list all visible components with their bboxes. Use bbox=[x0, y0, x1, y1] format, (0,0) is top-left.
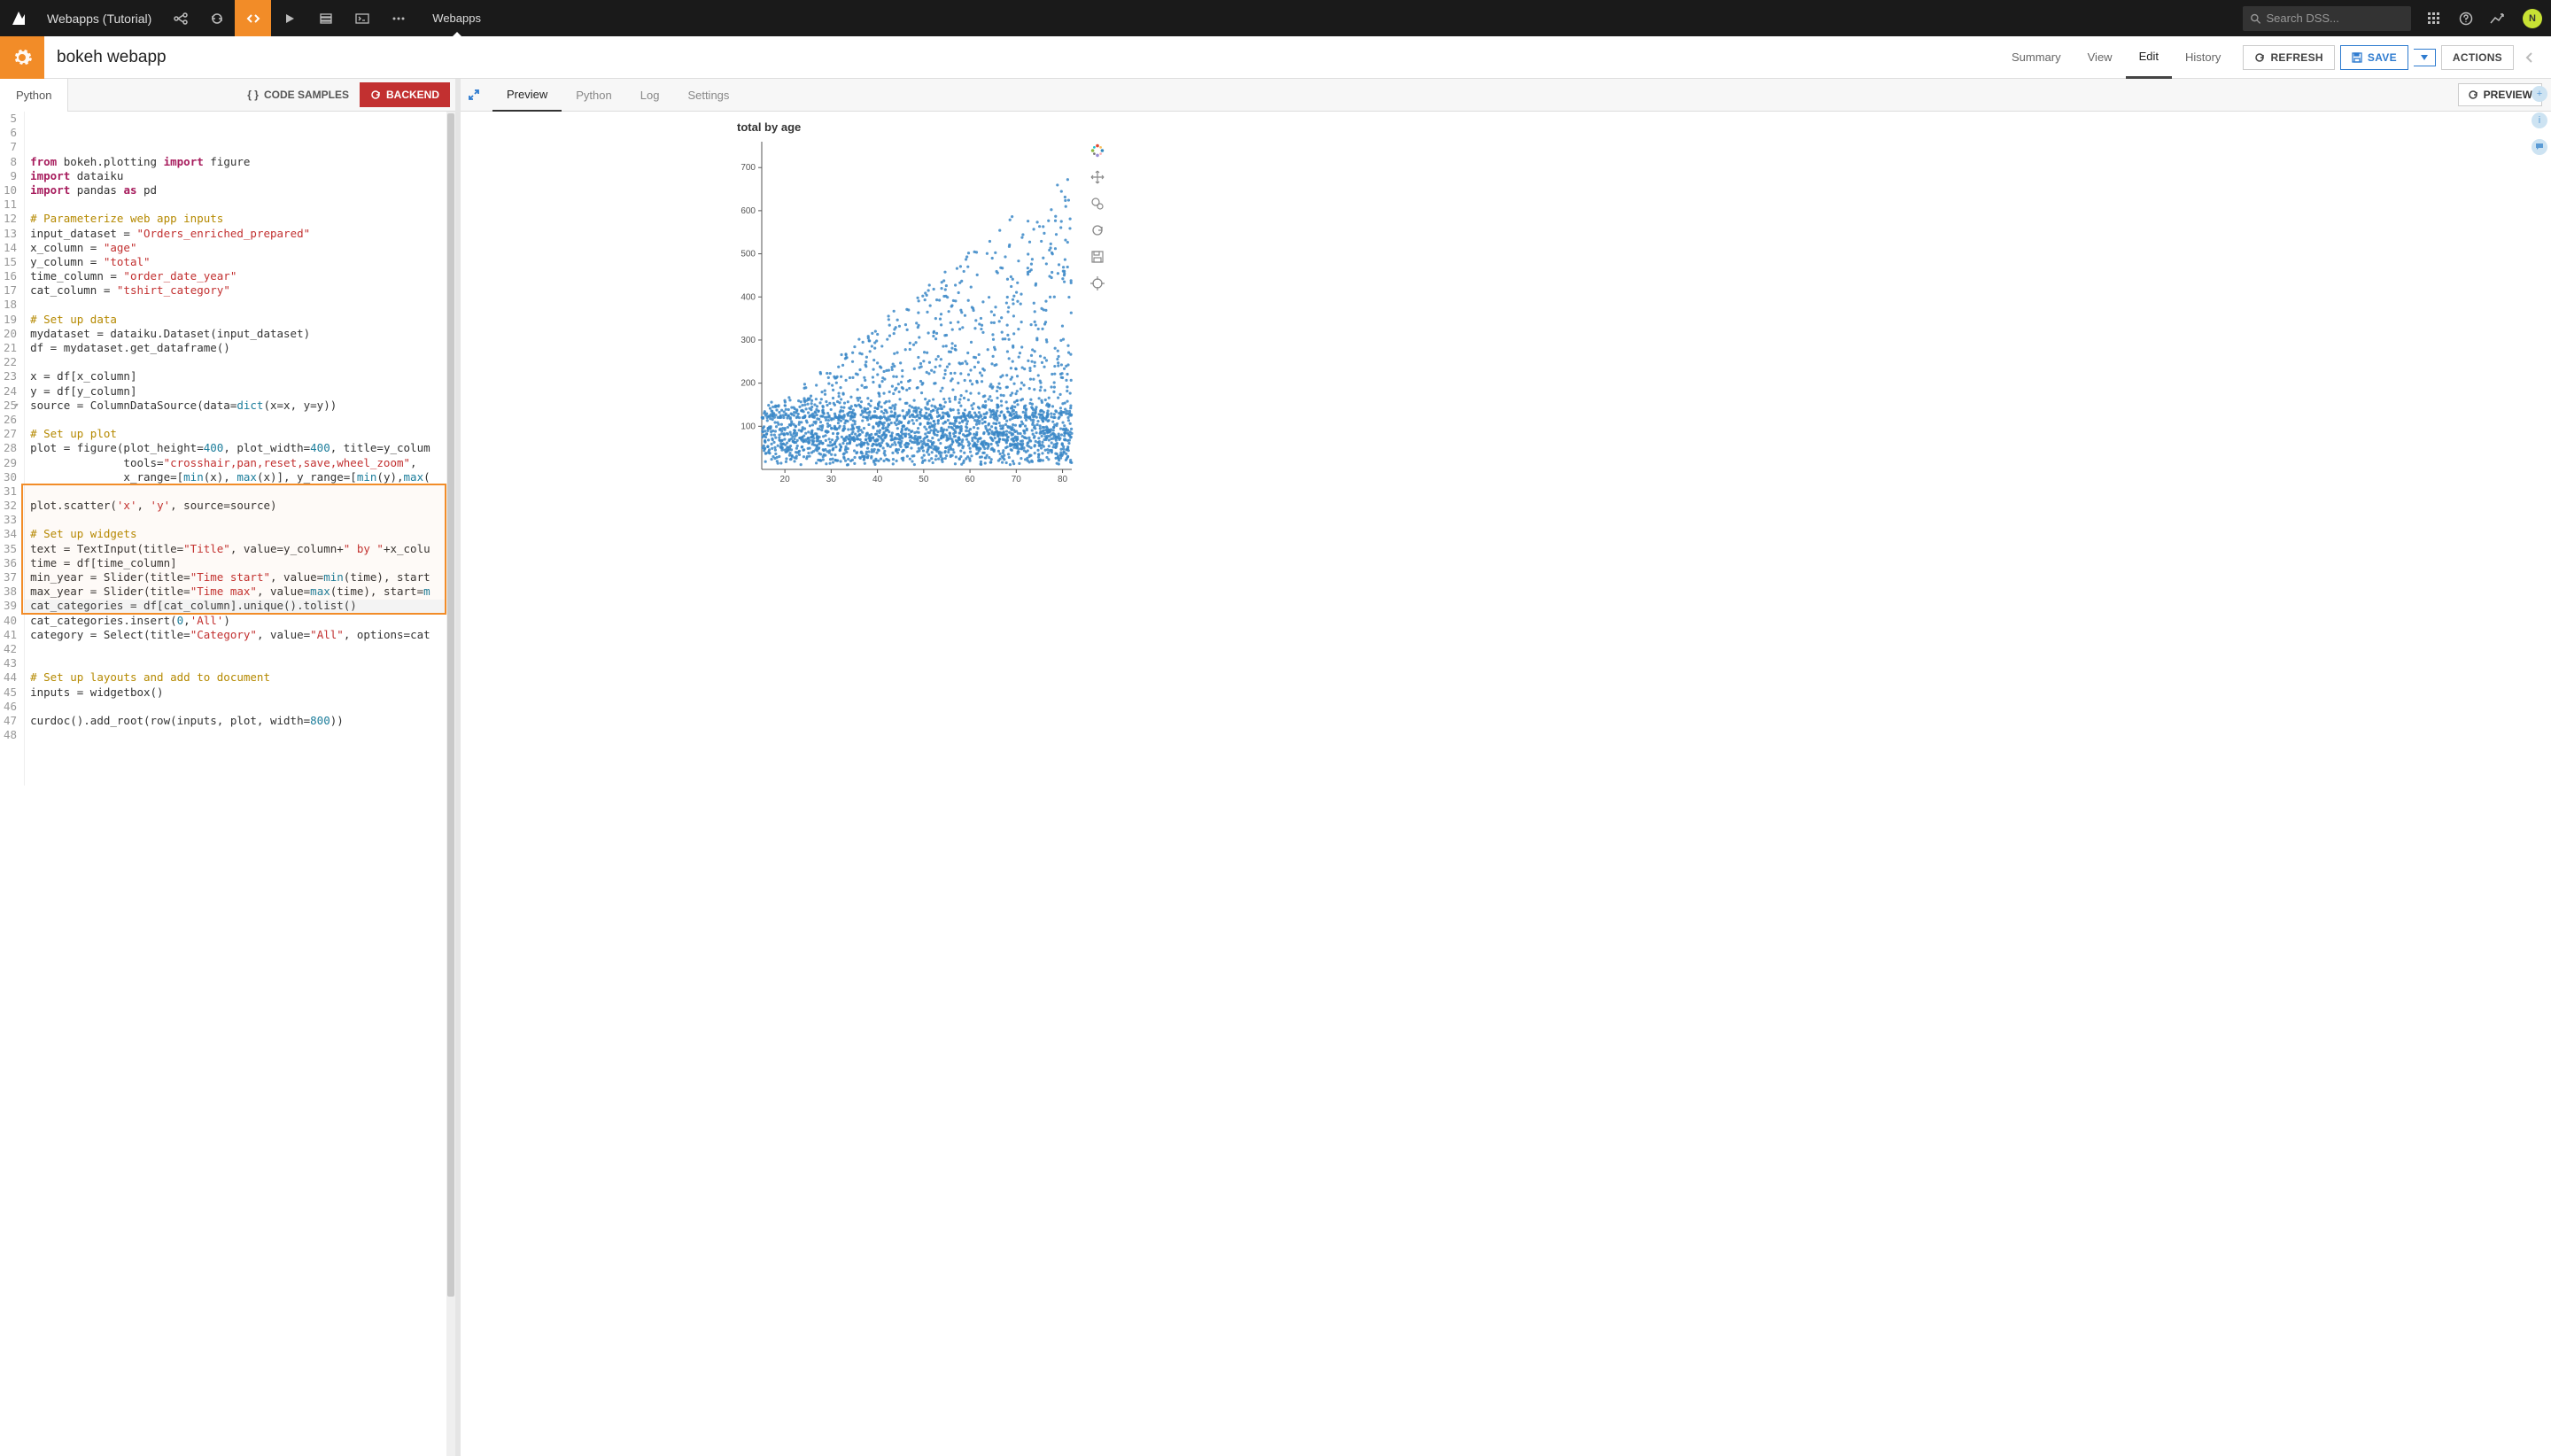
save-label: SAVE bbox=[2368, 51, 2397, 64]
expand-icon[interactable] bbox=[468, 89, 492, 101]
bokeh-logo-icon[interactable] bbox=[1088, 141, 1107, 160]
tab-history[interactable]: History bbox=[2172, 36, 2234, 79]
webapp-gear-icon[interactable] bbox=[0, 36, 44, 79]
side-rail: + i bbox=[2528, 79, 2551, 155]
tab-summary[interactable]: Summary bbox=[1998, 36, 2074, 79]
save-button[interactable]: SAVE bbox=[2340, 45, 2408, 70]
actions-button[interactable]: ACTIONS bbox=[2441, 45, 2514, 70]
svg-text:80: 80 bbox=[1058, 475, 1068, 484]
play-icon[interactable] bbox=[271, 0, 307, 36]
top-navbar: Webapps (Tutorial) Webapps N bbox=[0, 0, 2551, 36]
editor-scrollbar[interactable] bbox=[446, 112, 455, 1456]
page-title: bokeh webapp bbox=[44, 48, 167, 67]
apps-grid-icon[interactable] bbox=[2418, 12, 2450, 26]
side-chat-icon[interactable] bbox=[2532, 139, 2547, 155]
page-tabs: Summary View Edit History bbox=[1998, 36, 2234, 79]
dataiku-logo[interactable] bbox=[0, 0, 36, 36]
nav-tab-webapps[interactable]: Webapps bbox=[416, 0, 497, 36]
svg-text:70: 70 bbox=[1012, 475, 1022, 484]
svg-text:700: 700 bbox=[740, 163, 756, 173]
bokeh-toolbar bbox=[1088, 141, 1107, 293]
svg-text:400: 400 bbox=[740, 292, 756, 302]
code-editor[interactable]: 5678910111213141516171819202122232425262… bbox=[0, 112, 455, 1456]
line-gutter: 5678910111213141516171819202122232425262… bbox=[0, 112, 25, 786]
svg-text:60: 60 bbox=[965, 475, 976, 484]
collapse-arrow-icon[interactable] bbox=[2523, 50, 2551, 65]
flow-icon[interactable] bbox=[162, 0, 198, 36]
refresh-button[interactable]: REFRESH bbox=[2243, 45, 2334, 70]
help-icon[interactable] bbox=[2450, 12, 2482, 26]
svg-text:200: 200 bbox=[740, 379, 756, 389]
svg-text:30: 30 bbox=[826, 475, 837, 484]
refresh-label: REFRESH bbox=[2270, 51, 2322, 64]
circle-arrows-icon[interactable] bbox=[198, 0, 235, 36]
wheel-zoom-tool-icon[interactable] bbox=[1088, 194, 1107, 213]
search-input[interactable] bbox=[2267, 12, 2404, 25]
activity-icon[interactable] bbox=[2482, 12, 2514, 25]
preview-tab-settings[interactable]: Settings bbox=[673, 79, 743, 112]
refresh-icon bbox=[370, 89, 381, 100]
chevron-down-icon bbox=[2421, 55, 2428, 60]
save-tool-icon[interactable] bbox=[1088, 247, 1107, 267]
preview-tab-python[interactable]: Python bbox=[562, 79, 625, 112]
tab-edit[interactable]: Edit bbox=[2126, 36, 2172, 79]
code-samples-button[interactable]: { } CODE SAMPLES bbox=[236, 89, 360, 101]
backend-button[interactable]: BACKEND bbox=[360, 82, 450, 107]
more-icon[interactable] bbox=[380, 0, 416, 36]
svg-text:20: 20 bbox=[780, 475, 791, 484]
editor-panel: Python { } CODE SAMPLES BACKEND 56789101… bbox=[0, 79, 461, 1456]
preview-button-label: PREVIEW bbox=[2484, 89, 2532, 101]
svg-text:300: 300 bbox=[740, 336, 756, 345]
stack-icon[interactable] bbox=[307, 0, 344, 36]
user-avatar[interactable]: N bbox=[2523, 9, 2542, 28]
chart-title: total by age bbox=[737, 120, 1081, 134]
terminal-icon[interactable] bbox=[344, 0, 380, 36]
save-dropdown[interactable] bbox=[2414, 49, 2436, 66]
scatter-chart: total by age 100 200 300 400 500 600 700 20 30 40… bbox=[726, 120, 1081, 492]
preview-tab-log[interactable]: Log bbox=[626, 79, 674, 112]
preview-tab-preview[interactable]: Preview bbox=[492, 79, 562, 112]
code-samples-label: CODE SAMPLES bbox=[264, 89, 349, 101]
save-icon bbox=[2352, 52, 2362, 63]
title-bar: bokeh webapp Summary View Edit History R… bbox=[0, 36, 2551, 79]
preview-pane: total by age 100 200 300 400 500 600 700 20 30 40… bbox=[461, 112, 2551, 1456]
tab-view[interactable]: View bbox=[2074, 36, 2126, 79]
editor-tab-python[interactable]: Python bbox=[0, 79, 68, 112]
svg-text:40: 40 bbox=[872, 475, 883, 484]
backend-label: BACKEND bbox=[386, 89, 439, 101]
pan-tool-icon[interactable] bbox=[1088, 167, 1107, 187]
chart-svg: 100 200 300 400 500 600 700 20 30 40 50 60 70 80 bbox=[726, 137, 1081, 492]
code-body[interactable]: from bokeh.plotting import figureimport … bbox=[25, 112, 430, 786]
code-icon[interactable] bbox=[235, 0, 271, 36]
braces-icon: { } bbox=[247, 89, 259, 101]
reset-tool-icon[interactable] bbox=[1088, 221, 1107, 240]
global-search[interactable] bbox=[2243, 6, 2411, 31]
svg-text:100: 100 bbox=[740, 422, 756, 431]
side-info-icon[interactable]: i bbox=[2532, 112, 2547, 128]
svg-text:500: 500 bbox=[740, 250, 756, 259]
side-add-icon[interactable]: + bbox=[2532, 86, 2547, 102]
refresh-icon bbox=[2254, 52, 2265, 63]
preview-panel: Preview Python Log Settings PREVIEW tota… bbox=[461, 79, 2551, 1456]
project-name[interactable]: Webapps (Tutorial) bbox=[36, 12, 162, 26]
svg-text:50: 50 bbox=[919, 475, 929, 484]
search-icon bbox=[2250, 12, 2261, 25]
refresh-icon bbox=[2468, 89, 2478, 100]
svg-text:600: 600 bbox=[740, 206, 756, 216]
crosshair-tool-icon[interactable] bbox=[1088, 274, 1107, 293]
